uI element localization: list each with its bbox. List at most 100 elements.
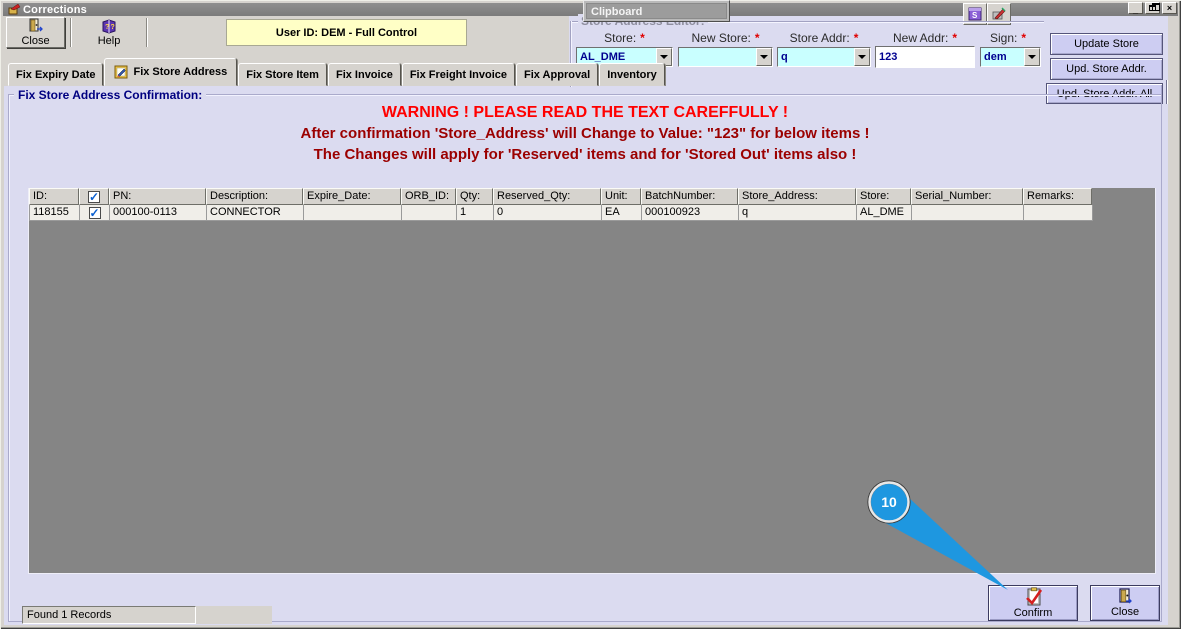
label-text: Sign:: [989, 31, 1018, 45]
grid-header-row: ID: PN: Description: Expire_Date: ORB_ID…: [29, 188, 1155, 205]
chevron-down-icon[interactable]: [1024, 48, 1040, 66]
col-header-description: Description:: [206, 188, 303, 205]
store-field-label: Store: *: [576, 31, 673, 45]
cell-store: AL_DME: [857, 205, 912, 221]
tab-fix-approval[interactable]: Fix Approval: [516, 63, 599, 86]
cell-pn: 000100-0113: [110, 205, 207, 221]
svg-text:?: ?: [111, 24, 115, 31]
help-book-icon: ? ?: [102, 18, 116, 34]
confirm-button[interactable]: Confirm: [988, 585, 1078, 621]
col-header-orb-id: ORB_ID:: [401, 188, 456, 205]
col-header-unit: Unit:: [601, 188, 641, 205]
corrections-app-icon: [8, 4, 21, 15]
cell-selected[interactable]: [80, 205, 110, 221]
upd-store-addr-button[interactable]: Upd. Store Addr.: [1050, 58, 1163, 80]
store-addr-combo[interactable]: q: [777, 47, 871, 67]
new-addr-input[interactable]: [875, 46, 975, 68]
minimize-button[interactable]: _: [1128, 2, 1143, 15]
tab-label: Fix Expiry Date: [16, 68, 96, 81]
items-grid[interactable]: ID: PN: Description: Expire_Date: ORB_ID…: [28, 188, 1156, 574]
clipboard-check-icon: [1025, 587, 1042, 606]
tools-icon: [992, 7, 1006, 20]
cell-batchnumber: 000100923: [642, 205, 739, 221]
table-row[interactable]: 118155 000100-0113 CONNECTOR 1 0 EA 0001…: [29, 205, 1155, 221]
tab-label: Fix Store Address: [133, 66, 228, 78]
label-text: New Store:: [691, 31, 751, 45]
col-header-select-all[interactable]: [79, 188, 109, 205]
close-button-label: Close: [1110, 606, 1140, 618]
cell-description: CONNECTOR: [207, 205, 304, 221]
cell-serial-number: [912, 205, 1024, 221]
tab-fix-store-item[interactable]: Fix Store Item: [238, 63, 327, 86]
warning-line-3: The Changes will apply for 'Reserved' it…: [313, 146, 857, 163]
cell-reserved-qty: 0: [494, 205, 602, 221]
restore-button[interactable]: [1145, 2, 1160, 14]
update-store-button[interactable]: Update Store: [1050, 33, 1163, 55]
store-addr-field-label: Store Addr: *: [777, 31, 871, 45]
col-header-store: Store:: [856, 188, 911, 205]
door-exit-icon: [1119, 588, 1132, 604]
close-icon: ×: [1166, 3, 1173, 13]
col-header-remarks: Remarks:: [1023, 188, 1092, 205]
toolbar-help-button[interactable]: ? ? Help: [78, 17, 140, 48]
new-addr-field-wrap: [875, 46, 975, 68]
cell-id: 118155: [30, 205, 80, 221]
label-text: Store Addr:: [789, 31, 850, 45]
cell-orb-id: [402, 205, 457, 221]
toolbar-close-label: Close: [21, 35, 50, 47]
tab-label: Fix Invoice: [335, 68, 393, 81]
clipboard-panel[interactable]: Clipboard: [583, 0, 730, 22]
col-header-qty: Qty:: [456, 188, 493, 205]
checkbox-checked-icon[interactable]: [88, 206, 101, 219]
sign-combo-value: dem: [984, 51, 1007, 63]
tab-fix-store-address[interactable]: Fix Store Address: [104, 58, 238, 86]
clipboard-panel-title: Clipboard: [586, 3, 727, 19]
col-header-reserved-qty: Reserved_Qty:: [493, 188, 601, 205]
svg-text:?: ?: [105, 24, 109, 31]
corrections-window: Corrections _ × Close ? ? Help User ID: …: [0, 0, 1181, 629]
tab-label: Fix Approval: [524, 68, 591, 81]
chevron-down-icon[interactable]: [854, 48, 870, 66]
tab-label: Fix Freight Invoice: [409, 68, 508, 81]
sign-combo[interactable]: dem: [980, 47, 1041, 67]
warning-line-2: After confirmation 'Store_Address' will …: [300, 125, 870, 142]
new-store-field-label: New Store: *: [672, 31, 779, 45]
new-addr-field-label: New Addr: *: [875, 31, 975, 45]
cell-store-address: q: [739, 205, 857, 221]
required-asterisk: *: [754, 31, 760, 45]
close-window-button[interactable]: ×: [1162, 2, 1177, 14]
store-addr-combo-value: q: [781, 51, 788, 63]
tab-label: Fix Store Item: [246, 68, 319, 81]
required-asterisk: *: [640, 31, 645, 45]
warning-message: WARNING ! PLEASE READ THE TEXT CAREFFULL…: [8, 102, 1162, 165]
col-header-id: ID:: [29, 188, 79, 205]
minimize-icon: _: [1132, 5, 1138, 15]
tab-fix-expiry-date[interactable]: Fix Expiry Date: [8, 63, 104, 86]
tab-fix-invoice[interactable]: Fix Invoice: [327, 63, 401, 86]
new-store-combo-value: [679, 48, 756, 66]
cell-expire-date: [304, 205, 402, 221]
col-header-expire-date: Expire_Date:: [303, 188, 401, 205]
chevron-down-icon[interactable]: [756, 48, 772, 66]
toolbar-separator: [146, 18, 148, 47]
svg-text:S: S: [972, 11, 978, 20]
col-header-serial-number: Serial_Number:: [911, 188, 1023, 205]
required-asterisk: *: [1021, 31, 1027, 45]
toolbar-close-button[interactable]: Close: [6, 17, 65, 48]
toolbar-separator: [70, 18, 72, 47]
tab-inventory[interactable]: Inventory: [599, 63, 665, 86]
warning-line-1: WARNING ! PLEASE READ THE TEXT CAREFFULL…: [381, 104, 789, 121]
checkbox-checked-icon[interactable]: [88, 190, 100, 203]
status-records-count: Found 1 Records: [22, 606, 196, 624]
s-badge-icon: S: [968, 7, 982, 21]
new-store-combo[interactable]: [678, 47, 773, 67]
col-header-batchnumber: BatchNumber:: [641, 188, 738, 205]
col-header-store-address: Store_Address:: [738, 188, 856, 205]
toolbar-help-label: Help: [97, 34, 121, 47]
window-title: Corrections: [23, 3, 87, 16]
close-button[interactable]: Close: [1090, 585, 1160, 621]
note-edit-icon: [114, 65, 128, 79]
tab-fix-freight-invoice[interactable]: Fix Freight Invoice: [401, 63, 516, 86]
cell-qty: 1: [457, 205, 494, 221]
tab-strip: Fix Expiry Date Fix Store Address Fix St…: [8, 58, 666, 86]
